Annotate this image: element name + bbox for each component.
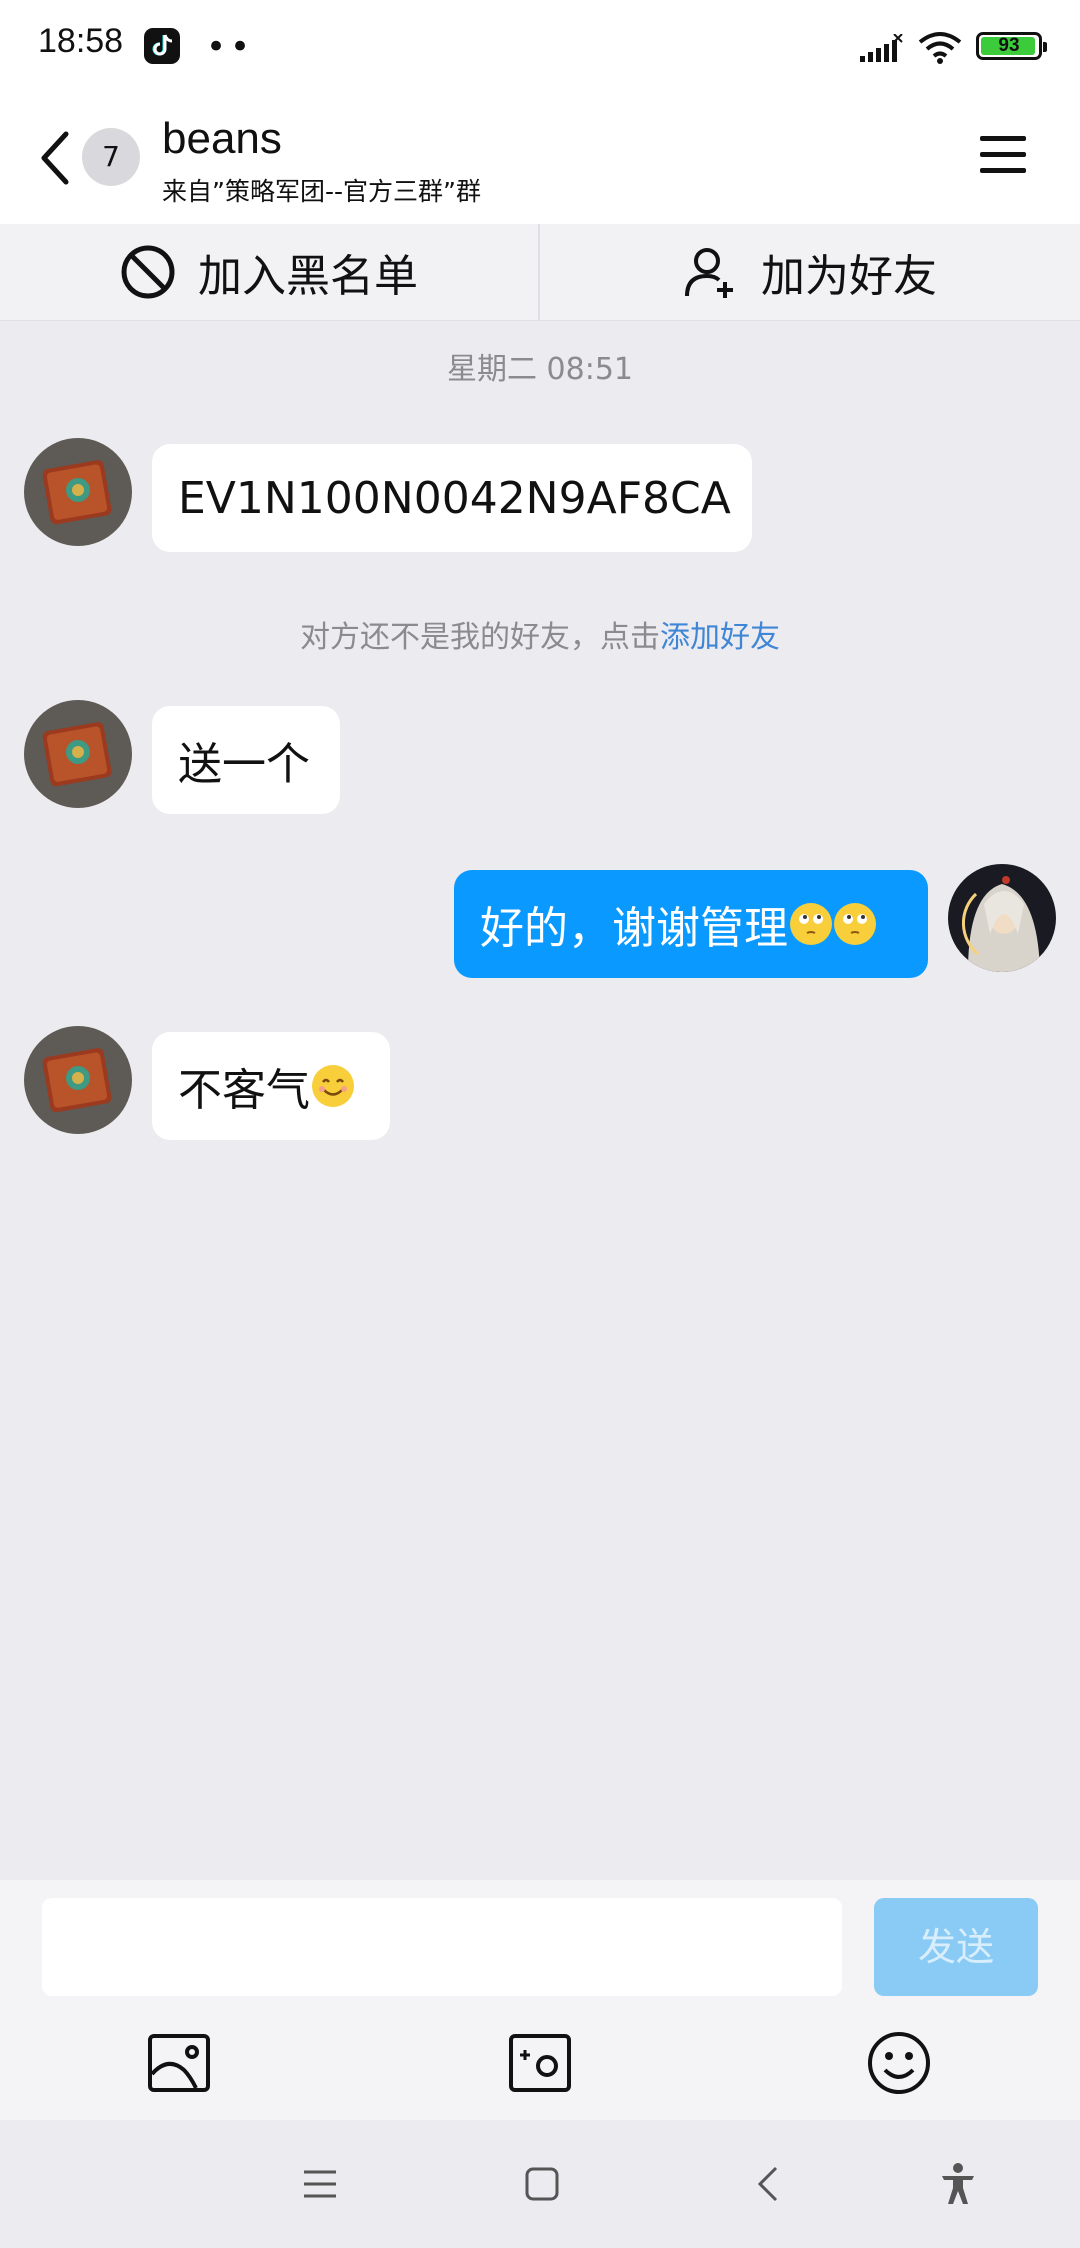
message-text: 不客气 [178,1065,310,1116]
send-button[interactable]: 发送 [874,1898,1038,1996]
add-friend-label: 加为好友 [761,251,937,302]
tiktok-icon [144,28,180,64]
back-nav-icon[interactable] [746,2160,794,2208]
block-icon [121,245,175,299]
sender-avatar[interactable] [24,438,132,546]
chat-title: beans [162,114,282,163]
message-text: 好的，谢谢管理 [480,903,788,954]
signal-icon [860,34,903,62]
system-note: 对方还不是我的好友，点击添加好友 [0,612,1080,656]
chat-header: 7 beans 来自”策略军团--官方三群”群 [0,92,1080,224]
recent-apps-icon[interactable] [296,2160,344,2208]
message-text: EV1N100N0042N9AF8CA [178,472,731,524]
emoji-icon [790,903,832,945]
more-notifications-icon: •• [206,27,255,67]
sender-avatar[interactable] [24,700,132,808]
system-nav-bar [0,2120,1080,2248]
menu-icon[interactable] [980,136,1026,176]
message-text: 送一个 [178,739,310,790]
chat-subtitle: 来自”策略军团--官方三群”群 [162,177,481,206]
message-input[interactable] [42,1898,842,1996]
emoji-picker-icon[interactable] [866,2030,932,2096]
message-timestamp: 星期二 08:51 [447,352,633,387]
accessibility-icon[interactable] [934,2160,982,2208]
blacklist-label: 加入黑名单 [198,251,418,302]
add-friend-button[interactable]: 加为好友 [540,224,1080,320]
emoji-icon [834,903,876,945]
home-icon[interactable] [518,2160,566,2208]
my-avatar[interactable] [948,864,1056,972]
add-user-icon [685,248,733,298]
message-bubble-incoming[interactable]: 不客气 [152,1032,390,1140]
back-icon[interactable] [36,128,76,188]
camera-icon[interactable] [507,2030,573,2096]
blacklist-button[interactable]: 加入黑名单 [0,224,538,320]
sender-avatar[interactable] [24,1026,132,1134]
status-bar: 18:58 •• 93 [0,0,1080,92]
message-bubble-incoming[interactable]: 送一个 [152,706,340,814]
composer: 发送 [0,1880,1080,2120]
battery-level: 93 [998,35,1020,56]
message-bubble-incoming[interactable]: EV1N100N0042N9AF8CA [152,444,752,552]
status-time: 18:58 [38,22,124,60]
add-friend-link[interactable]: 添加好友 [660,620,780,655]
message-bubble-outgoing[interactable]: 好的，谢谢管理 [454,870,928,978]
system-note-text: 对方还不是我的好友，点击 [300,620,660,655]
image-icon[interactable] [146,2030,212,2096]
smile-emoji-icon [312,1065,354,1107]
unread-count-badge[interactable]: 7 [82,128,140,186]
wifi-icon [918,32,962,64]
action-bar: 加入黑名单 加为好友 [0,224,1080,321]
battery-icon: 93 [976,32,1047,60]
